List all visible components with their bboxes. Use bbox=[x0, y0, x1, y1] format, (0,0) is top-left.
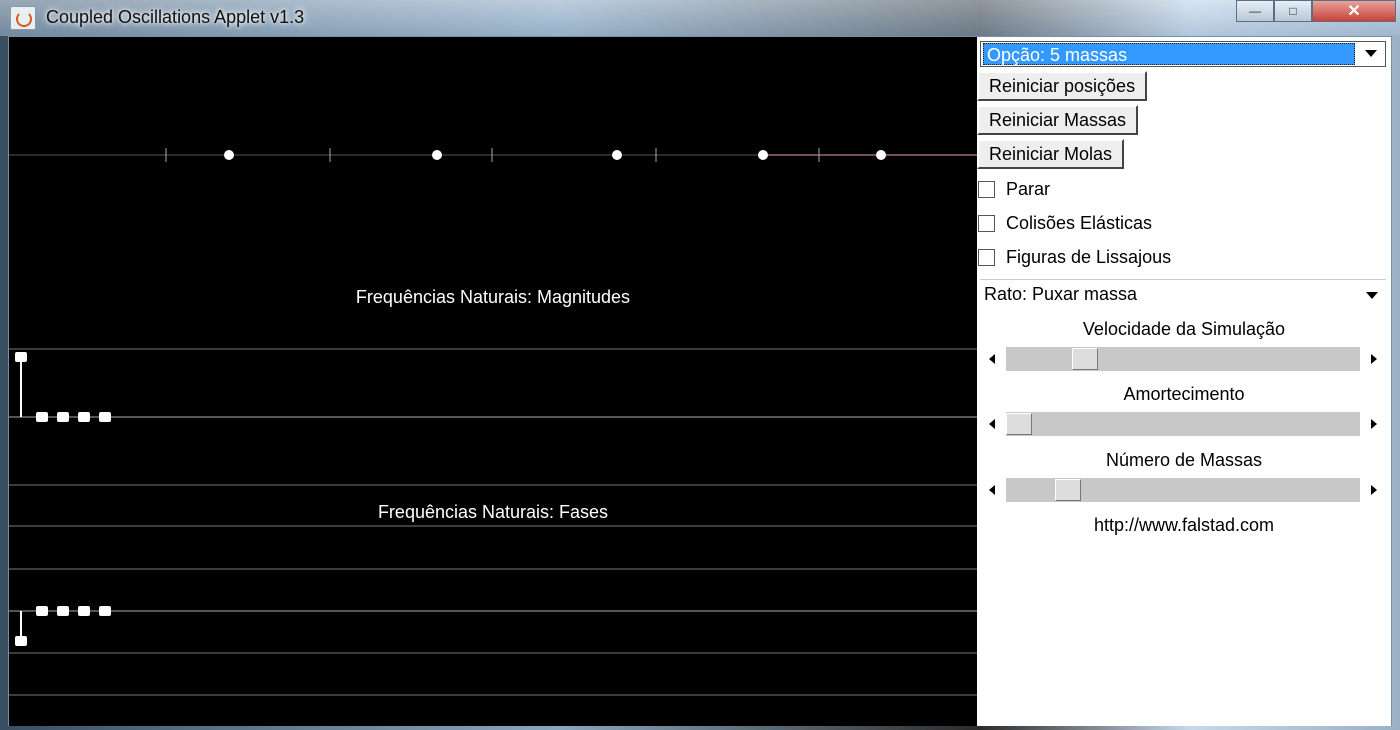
frequency-marker bbox=[15, 352, 27, 362]
frequency-marker bbox=[99, 412, 111, 422]
falstad-link[interactable]: http://www.falstad.com bbox=[977, 515, 1391, 536]
frequency-marker bbox=[57, 606, 69, 616]
window-title: Coupled Oscillations Applet v1.3 bbox=[46, 7, 305, 27]
frequency-marker bbox=[36, 606, 48, 616]
applet-window: Coupled Oscillations Applet v1.3 — □ ✕ F… bbox=[0, 0, 1400, 730]
slider-thumb[interactable] bbox=[1006, 413, 1032, 435]
slider-thumb[interactable] bbox=[1071, 348, 1098, 370]
arrow-left-icon[interactable] bbox=[980, 478, 1006, 502]
option-select[interactable]: Opção: 5 massas bbox=[980, 41, 1386, 67]
chevron-down-icon bbox=[1365, 50, 1377, 57]
mass-point bbox=[432, 150, 442, 160]
reset-positions-button[interactable]: Reiniciar posições bbox=[977, 71, 1148, 101]
mass-point bbox=[876, 150, 886, 160]
minimize-button[interactable]: — bbox=[1236, 0, 1274, 22]
simulation-canvas[interactable]: Frequências Naturais: Magnitudes Frequên… bbox=[9, 37, 977, 726]
stop-checkbox[interactable]: Parar bbox=[977, 175, 1050, 203]
frequency-marker bbox=[78, 606, 90, 616]
lissajous-label: Figuras de Lissajous bbox=[1006, 246, 1172, 267]
mass-count-slider[interactable] bbox=[980, 478, 1386, 502]
elastic-collisions-checkbox[interactable]: Colisões Elásticas bbox=[977, 209, 1152, 237]
mass-point bbox=[758, 150, 768, 160]
arrow-right-icon[interactable] bbox=[1360, 478, 1386, 502]
applet-client-area: Frequências Naturais: Magnitudes Frequên… bbox=[8, 36, 1392, 726]
control-panel: Opção: 5 massas Reiniciar posições Reini… bbox=[977, 37, 1391, 726]
slider-thumb[interactable] bbox=[1055, 479, 1082, 501]
phases-graph[interactable] bbox=[9, 525, 977, 696]
frequency-marker bbox=[78, 412, 90, 422]
phases-caption: Frequências Naturais: Fases bbox=[377, 502, 609, 522]
close-button[interactable]: ✕ bbox=[1312, 0, 1396, 22]
damping-slider[interactable] bbox=[980, 412, 1386, 436]
elastic-collisions-label: Colisões Elásticas bbox=[1006, 212, 1153, 233]
arrow-left-icon[interactable] bbox=[980, 412, 1006, 436]
reset-springs-button[interactable]: Reiniciar Molas bbox=[977, 139, 1125, 169]
lissajous-checkbox[interactable]: Figuras de Lissajous bbox=[977, 243, 1171, 271]
magnitudes-caption: Frequências Naturais: Magnitudes bbox=[355, 287, 631, 307]
frequency-marker bbox=[99, 606, 111, 616]
mouse-mode-select[interactable]: Rato: Puxar massa bbox=[980, 279, 1386, 310]
arrow-right-icon[interactable] bbox=[1360, 412, 1386, 436]
mass-point bbox=[612, 150, 622, 160]
frequency-marker bbox=[57, 412, 69, 422]
mass-point bbox=[224, 150, 234, 160]
mouse-mode-value: Rato: Puxar massa bbox=[984, 284, 1138, 304]
stop-checkbox-label: Parar bbox=[1006, 178, 1051, 199]
speed-slider[interactable] bbox=[980, 347, 1386, 371]
window-controls: — □ ✕ bbox=[1236, 0, 1396, 22]
reset-masses-button[interactable]: Reiniciar Massas bbox=[977, 105, 1139, 135]
magnitudes-graph[interactable] bbox=[9, 348, 977, 486]
chevron-down-icon bbox=[1366, 292, 1378, 299]
speed-label: Velocidade da Simulação bbox=[1082, 319, 1286, 339]
checkbox-box[interactable] bbox=[978, 214, 995, 232]
damping-label: Amortecimento bbox=[1123, 384, 1245, 404]
title-bar[interactable]: Coupled Oscillations Applet v1.3 — □ ✕ bbox=[0, 0, 1400, 36]
checkbox-box[interactable] bbox=[978, 180, 995, 198]
option-select-value: Opção: 5 massas bbox=[983, 43, 1355, 65]
arrow-right-icon[interactable] bbox=[1360, 347, 1386, 371]
arrow-left-icon[interactable] bbox=[980, 347, 1006, 371]
simulation-drawing bbox=[9, 148, 977, 696]
frequency-marker bbox=[36, 412, 48, 422]
java-cup-icon bbox=[10, 6, 36, 30]
checkbox-box[interactable] bbox=[978, 248, 995, 266]
maximize-button[interactable]: □ bbox=[1274, 0, 1312, 22]
frequency-marker bbox=[15, 636, 27, 646]
mass-count-label: Número de Massas bbox=[1105, 450, 1263, 470]
